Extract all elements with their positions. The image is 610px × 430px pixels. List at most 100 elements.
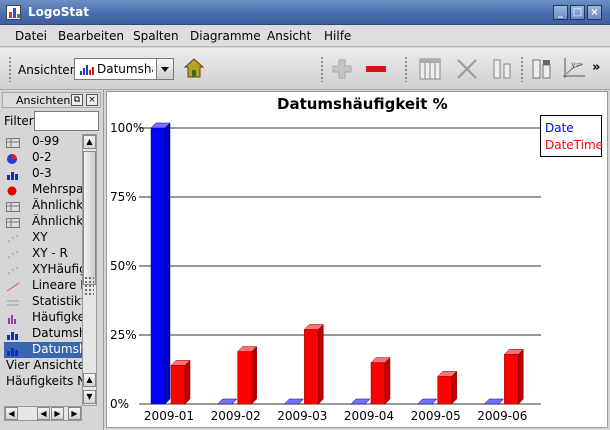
chart-bar-side <box>384 356 391 405</box>
scroll-right-icon[interactable]: ▶ <box>51 407 64 420</box>
chart-bar-top <box>417 398 438 405</box>
close-button[interactable]: × <box>587 5 602 20</box>
scroll-thumb[interactable] <box>83 151 96 285</box>
toolbar-overflow-button[interactable]: » <box>592 60 600 75</box>
scroll-down-icon[interactable]: ▼ <box>83 390 96 404</box>
drag-handle[interactable] <box>84 276 94 296</box>
list-item[interactable]: XY - R <box>4 246 82 262</box>
list-item-label: Ähnlichk <box>32 198 82 212</box>
chart-bar <box>504 354 519 405</box>
list-item[interactable]: Statistikta <box>4 294 82 310</box>
list-item-label: Häufigke <box>32 310 82 324</box>
scroll-up-icon[interactable]: ▲ <box>83 373 96 387</box>
views-combo-value: Datumshä <box>97 62 153 76</box>
toolbar: Ansichten Datumshä y= » <box>0 48 610 90</box>
minus-icon[interactable] <box>364 58 388 80</box>
views-panel: Ansichten ⧉ × Filter 0-99 0-2 0-3 Mehrspa Äh… <box>0 90 104 430</box>
list-item[interactable]: Vier Ansichte <box>4 358 82 374</box>
menu-bearbeiten[interactable]: Bearbeiten <box>58 29 124 43</box>
chart-legend: Date DateTime <box>540 115 603 157</box>
scroll-up-icon[interactable]: ▲ <box>83 135 96 149</box>
list-item[interactable]: XYHäufig <box>4 262 82 278</box>
list-item-label: XY <box>32 230 48 244</box>
views-list-hscrollbar[interactable]: ◀ ◀ ▶ ▶ <box>4 406 82 421</box>
red-dot-icon <box>6 185 20 196</box>
views-combobox[interactable]: Datumshä <box>74 58 174 80</box>
plus-icon[interactable] <box>331 58 353 80</box>
delete-column-icon[interactable] <box>455 57 479 81</box>
scroll-left-icon[interactable]: ◀ <box>5 407 18 420</box>
undock-icon[interactable]: ⧉ <box>71 94 83 106</box>
views-list-vscrollbar[interactable]: ▲ ▲ ▼ <box>82 134 97 406</box>
y-tick-label: 50% <box>110 259 137 273</box>
bar-chart-icon <box>6 169 20 180</box>
views-label: Ansichten <box>18 63 78 77</box>
chart-panel: Datumshäufigkeit % 0% 25% 50% 75% 100% 2009-0… <box>106 91 608 428</box>
menu-datei[interactable]: Datei <box>15 29 47 43</box>
x-tick-label: 2009-05 <box>411 409 461 423</box>
close-icon[interactable]: × <box>86 94 98 106</box>
list-item[interactable]: Mehrspa <box>4 182 82 198</box>
menu-ansicht[interactable]: Ansicht <box>267 29 311 43</box>
list-item-label: Vier Ansichte <box>6 358 82 372</box>
scroll-left-icon[interactable]: ◀ <box>37 407 50 420</box>
bar-chart-icon[interactable] <box>530 57 554 81</box>
toolbar-grip[interactable] <box>404 56 408 82</box>
list-item-label: Mehrspa <box>32 182 82 196</box>
minimize-button[interactable]: _ <box>553 5 568 20</box>
toolbar-grip[interactable] <box>520 56 524 82</box>
x-tick-label: 2009-03 <box>277 409 327 423</box>
chevron-down-icon[interactable] <box>156 59 173 79</box>
window-title: LogoStat <box>28 5 89 19</box>
list-item-label: 0-3 <box>32 166 52 180</box>
table-icon <box>6 201 20 212</box>
y-tick-label: 25% <box>110 328 137 342</box>
list-item[interactable]: Datumsh <box>4 326 82 342</box>
menu-bar: Datei Bearbeiten Spalten Diagramme Ansic… <box>0 25 610 47</box>
list-item[interactable]: Ähnlichk <box>4 198 82 214</box>
menu-hilfe[interactable]: Hilfe <box>324 29 351 43</box>
chart-bar-top <box>217 398 238 405</box>
menu-diagramme[interactable]: Diagramme <box>190 29 261 43</box>
toolbar-grip[interactable] <box>8 56 12 82</box>
list-item[interactable]: Ähnlichk <box>4 214 82 230</box>
chart-bar-side <box>184 359 191 405</box>
y-tick-label: 75% <box>110 190 137 204</box>
list-item[interactable]: Häufigkeits N <box>4 374 82 390</box>
x-tick-label: 2009-01 <box>144 409 194 423</box>
views-panel-header: Ansichten ⧉ × <box>2 92 101 108</box>
columns-icon[interactable] <box>418 57 442 81</box>
app-icon <box>6 5 21 20</box>
scroll-right-icon[interactable]: ▶ <box>68 407 81 420</box>
list-item[interactable]: Häufigke <box>4 310 82 326</box>
list-item[interactable]: Datumsh <box>4 342 82 358</box>
scatter-icon <box>6 265 20 275</box>
list-item[interactable]: Lineare F <box>4 278 82 294</box>
chart-bar <box>304 329 319 405</box>
x-tick-label: 2009-02 <box>211 409 261 423</box>
filter-label: Filter <box>4 114 34 128</box>
list-item[interactable]: 0-99 <box>4 134 82 150</box>
maximize-button[interactable]: □ <box>570 5 585 20</box>
list-item-label: Lineare F <box>32 278 82 292</box>
toolbar-grip[interactable] <box>320 56 324 82</box>
views-panel-title: Ansichten <box>16 94 71 107</box>
house-icon[interactable] <box>184 58 204 78</box>
list-item[interactable]: XY <box>4 230 82 246</box>
table-icon <box>6 137 20 148</box>
menu-spalten[interactable]: Spalten <box>133 29 179 43</box>
bar-chart-icon <box>6 329 20 340</box>
chart-bar-top <box>283 398 304 405</box>
legend-entry-date: Date <box>545 121 574 135</box>
list-item[interactable]: 0-3 <box>4 166 82 182</box>
title-bar: LogoStat _ □ × <box>0 0 610 25</box>
list-item-label: Datumsh <box>32 326 82 340</box>
split-column-icon[interactable] <box>490 57 514 81</box>
table-icon <box>6 217 20 228</box>
filter-input[interactable] <box>34 111 99 131</box>
formula-chart-icon[interactable]: y= <box>561 56 587 82</box>
chart-bar <box>437 376 452 405</box>
list-item-label: Datumsh <box>32 342 82 356</box>
list-item[interactable]: 0-2 <box>4 150 82 166</box>
bar-chart-icon <box>79 65 95 75</box>
